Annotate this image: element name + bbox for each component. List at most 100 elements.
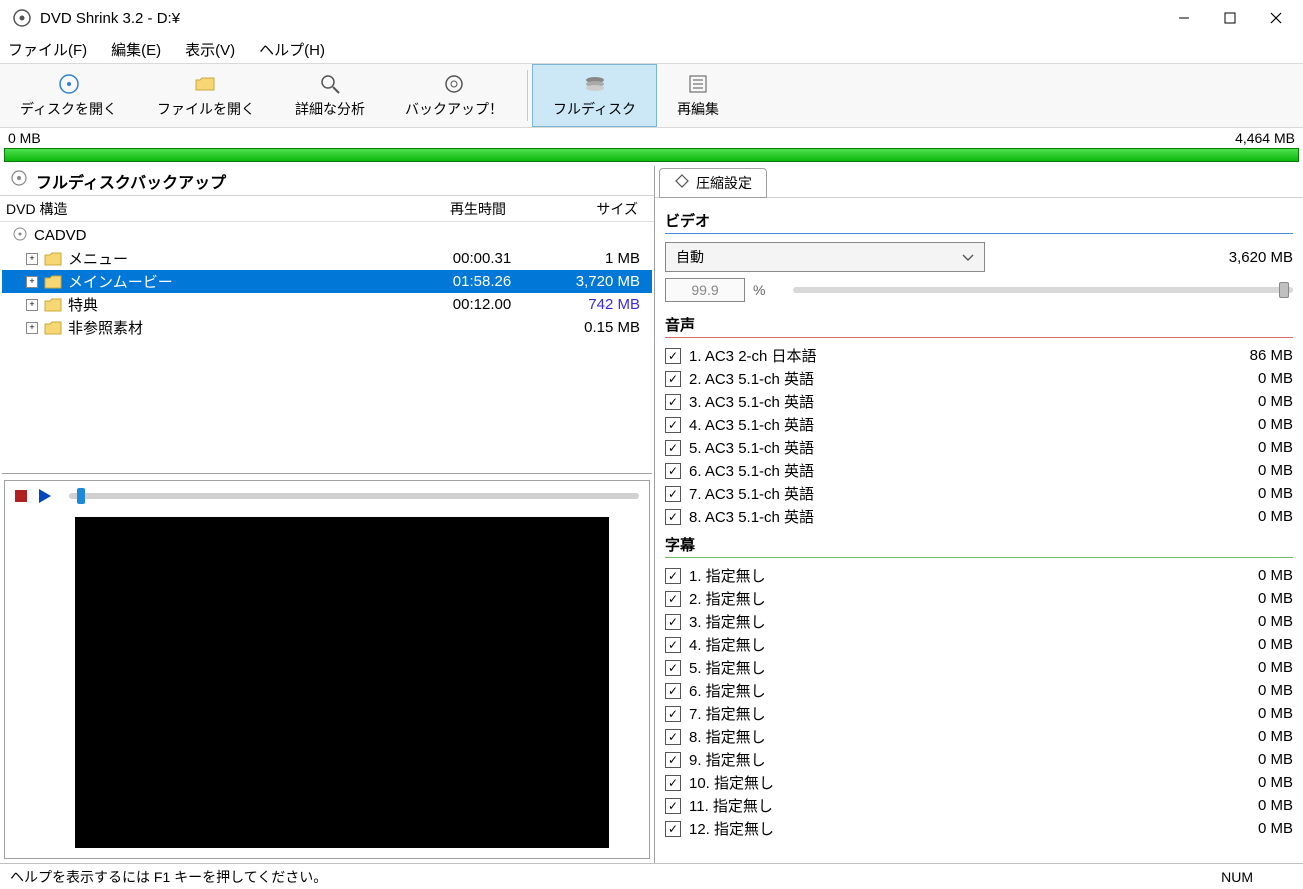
- checkbox[interactable]: ✓: [665, 591, 681, 607]
- checkbox[interactable]: ✓: [665, 660, 681, 676]
- slider-thumb[interactable]: [77, 488, 85, 504]
- tab-compression[interactable]: 圧縮設定: [659, 168, 767, 198]
- checkbox[interactable]: ✓: [665, 637, 681, 653]
- tree-row[interactable]: +特典00:12.00742 MB: [2, 293, 652, 316]
- backup-icon: [443, 73, 465, 95]
- subtitle-size: 0 MB: [1223, 751, 1293, 768]
- minimize-button[interactable]: [1161, 2, 1207, 34]
- statusbar-help: ヘルプを表示するには F1 キーを押してください。: [10, 867, 327, 887]
- preview-slider[interactable]: [69, 493, 639, 499]
- audio-item[interactable]: ✓1. AC3 2-ch 日本語86 MB: [665, 344, 1293, 367]
- audio-item[interactable]: ✓8. AC3 5.1-ch 英語0 MB: [665, 505, 1293, 528]
- left-pane-header: フルディスクバックアップ: [0, 166, 654, 196]
- expander-icon[interactable]: +: [26, 322, 38, 334]
- tree-body: CADVD +メニュー00:00.311 MB+メインムービー01:58.263…: [2, 224, 652, 474]
- toolbar-reauthor[interactable]: 再編集: [657, 64, 739, 127]
- checkbox[interactable]: ✓: [665, 706, 681, 722]
- tree-row[interactable]: +メインムービー01:58.263,720 MB: [2, 270, 652, 293]
- disc-icon: [58, 73, 80, 95]
- subtitle-item[interactable]: ✓3. 指定無し0 MB: [665, 610, 1293, 633]
- audio-item[interactable]: ✓6. AC3 5.1-ch 英語0 MB: [665, 459, 1293, 482]
- titlebar: DVD Shrink 3.2 - D:¥: [0, 0, 1303, 36]
- tree-item-size: 3,720 MB: [552, 273, 652, 290]
- audio-item[interactable]: ✓3. AC3 5.1-ch 英語0 MB: [665, 390, 1293, 413]
- subtitle-item[interactable]: ✓4. 指定無し0 MB: [665, 633, 1293, 656]
- menu-file[interactable]: ファイル(F): [8, 39, 87, 60]
- tree-row[interactable]: +非参照素材0.15 MB: [2, 316, 652, 339]
- col-structure[interactable]: DVD 構造: [6, 199, 408, 219]
- preview-video: [75, 517, 609, 848]
- stack-icon: [583, 73, 607, 95]
- checkbox[interactable]: ✓: [665, 371, 681, 387]
- maximize-button[interactable]: [1207, 2, 1253, 34]
- subtitle-size: 0 MB: [1223, 590, 1293, 607]
- checkbox[interactable]: ✓: [665, 463, 681, 479]
- toolbar-backup[interactable]: バックアップ！: [385, 64, 523, 127]
- audio-item[interactable]: ✓7. AC3 5.1-ch 英語0 MB: [665, 482, 1293, 505]
- ratio-slider-thumb[interactable]: [1279, 282, 1289, 298]
- audio-item[interactable]: ✓2. AC3 5.1-ch 英語0 MB: [665, 367, 1293, 390]
- preview-controls: [5, 481, 649, 511]
- col-size[interactable]: サイズ: [548, 199, 648, 219]
- checkbox[interactable]: ✓: [665, 348, 681, 364]
- subtitle-item[interactable]: ✓9. 指定無し0 MB: [665, 748, 1293, 771]
- audio-size: 0 MB: [1223, 439, 1293, 456]
- tree-root[interactable]: CADVD: [2, 224, 652, 247]
- subtitle-item[interactable]: ✓7. 指定無し0 MB: [665, 702, 1293, 725]
- subtitle-item[interactable]: ✓5. 指定無し0 MB: [665, 656, 1293, 679]
- checkbox[interactable]: ✓: [665, 683, 681, 699]
- expander-icon[interactable]: +: [26, 253, 38, 265]
- tree-item-size: 0.15 MB: [552, 319, 652, 336]
- checkbox[interactable]: ✓: [665, 752, 681, 768]
- window-title: DVD Shrink 3.2 - D:¥: [40, 10, 180, 27]
- toolbar-full-disc[interactable]: フルディスク: [532, 64, 657, 127]
- toolbar-open-disc[interactable]: ディスクを開く: [0, 64, 137, 127]
- play-button[interactable]: [39, 489, 51, 503]
- checkbox[interactable]: ✓: [665, 729, 681, 745]
- subtitle-label: 11. 指定無し: [689, 795, 1223, 816]
- subtitle-item[interactable]: ✓10. 指定無し0 MB: [665, 771, 1293, 794]
- expander-icon[interactable]: +: [26, 299, 38, 311]
- toolbar-open-file[interactable]: ファイルを開く: [137, 64, 275, 127]
- disc-icon: [10, 169, 28, 192]
- menu-help[interactable]: ヘルプ(H): [259, 39, 325, 60]
- subtitle-size: 0 MB: [1223, 797, 1293, 814]
- disc-small-icon: [12, 226, 28, 245]
- stop-button[interactable]: [15, 490, 27, 502]
- chevron-down-icon: [962, 249, 974, 265]
- audio-item[interactable]: ✓5. AC3 5.1-ch 英語0 MB: [665, 436, 1293, 459]
- ratio-input[interactable]: [665, 278, 745, 302]
- subtitle-item[interactable]: ✓1. 指定無し0 MB: [665, 564, 1293, 587]
- tree-row[interactable]: +メニュー00:00.311 MB: [2, 247, 652, 270]
- compression-mode-dropdown[interactable]: 自動: [665, 242, 985, 272]
- subtitle-item[interactable]: ✓2. 指定無し0 MB: [665, 587, 1293, 610]
- tree-item-name: メニュー: [68, 248, 412, 269]
- checkbox[interactable]: ✓: [665, 614, 681, 630]
- subtitle-item[interactable]: ✓6. 指定無し0 MB: [665, 679, 1293, 702]
- checkbox[interactable]: ✓: [665, 568, 681, 584]
- subtitle-item[interactable]: ✓12. 指定無し0 MB: [665, 817, 1293, 840]
- menu-view[interactable]: 表示(V): [185, 39, 235, 60]
- checkbox[interactable]: ✓: [665, 798, 681, 814]
- subtitle-item[interactable]: ✓8. 指定無し0 MB: [665, 725, 1293, 748]
- expander-icon[interactable]: +: [26, 276, 38, 288]
- ratio-slider[interactable]: [793, 287, 1293, 293]
- checkbox[interactable]: ✓: [665, 775, 681, 791]
- audio-item[interactable]: ✓4. AC3 5.1-ch 英語0 MB: [665, 413, 1293, 436]
- col-duration[interactable]: 再生時間: [408, 199, 548, 219]
- section-audio-title: 音声: [665, 314, 1293, 335]
- toolbar-analyze[interactable]: 詳細な分析: [275, 64, 385, 127]
- audio-size: 0 MB: [1223, 508, 1293, 525]
- checkbox[interactable]: ✓: [665, 417, 681, 433]
- subtitle-label: 1. 指定無し: [689, 565, 1223, 586]
- checkbox[interactable]: ✓: [665, 394, 681, 410]
- checkbox[interactable]: ✓: [665, 821, 681, 837]
- checkbox[interactable]: ✓: [665, 486, 681, 502]
- close-button[interactable]: [1253, 2, 1299, 34]
- checkbox[interactable]: ✓: [665, 509, 681, 525]
- video-size: 3,620 MB: [1229, 249, 1293, 266]
- menu-edit[interactable]: 編集(E): [111, 39, 161, 60]
- diamond-icon: [674, 173, 690, 192]
- checkbox[interactable]: ✓: [665, 440, 681, 456]
- subtitle-item[interactable]: ✓ 11. 指定無し0 MB: [665, 794, 1293, 817]
